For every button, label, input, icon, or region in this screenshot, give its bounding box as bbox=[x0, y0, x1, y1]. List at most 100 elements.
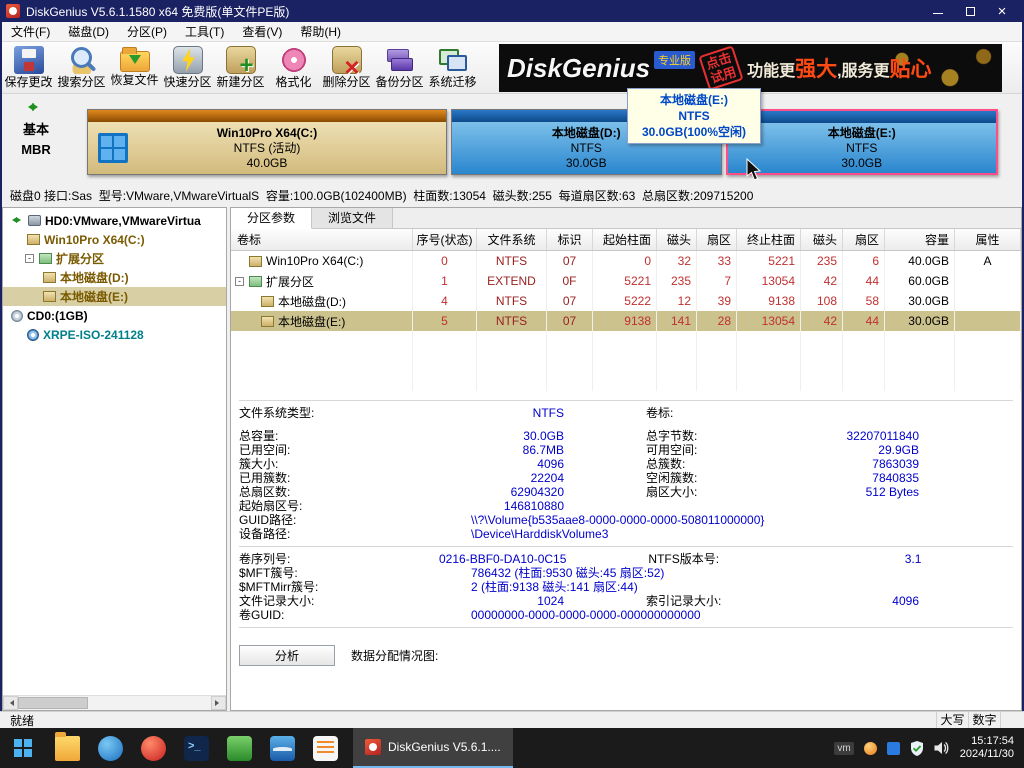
vmware-tray-icon[interactable]: vm bbox=[834, 742, 853, 755]
menu-item[interactable]: 工具(T) bbox=[176, 22, 233, 42]
taskbar-explorer-button[interactable] bbox=[46, 728, 89, 768]
scroll-left-button[interactable] bbox=[3, 696, 18, 710]
toolbar-new-button[interactable]: 新建分区 bbox=[214, 45, 267, 89]
disk-switch-arrows-icon[interactable] bbox=[24, 101, 42, 113]
partition-bars: Win10Pro X64(C:)NTFS (活动)40.0GB本地磁盘(D:)N… bbox=[87, 109, 998, 175]
column-header[interactable]: 起始柱面 bbox=[593, 229, 657, 250]
analyze-button[interactable]: 分析 bbox=[239, 645, 335, 666]
toolbar-quick-button[interactable]: 快速分区 bbox=[161, 45, 214, 89]
partition-bar-1[interactable]: Win10Pro X64(C:)NTFS (活动)40.0GB bbox=[87, 109, 447, 175]
tree-item[interactable]: HD0:VMware,VMwareVirtua bbox=[3, 211, 226, 230]
maximize-button[interactable] bbox=[954, 0, 986, 22]
tree-item[interactable]: CD0:(1GB) bbox=[3, 306, 226, 325]
detail-row: $MFTMirr簇号:2 (柱面:9138 磁头:141 扇区:44) bbox=[239, 580, 1021, 594]
blue-tray-icon[interactable] bbox=[887, 742, 900, 755]
taskbar-app-button-3[interactable] bbox=[218, 728, 261, 768]
column-header[interactable]: 序号(状态) bbox=[413, 229, 477, 250]
minimize-button[interactable] bbox=[922, 0, 954, 22]
table-cell: 28 bbox=[697, 311, 737, 331]
table-cell bbox=[657, 351, 697, 371]
column-header[interactable]: 磁头 bbox=[801, 229, 843, 250]
table-cell bbox=[801, 351, 843, 371]
detail-value: 1024 bbox=[439, 594, 564, 608]
divider bbox=[239, 627, 1013, 628]
orange-tray-icon[interactable] bbox=[864, 742, 877, 755]
volume-label-cell: 本地磁盘(E:) bbox=[231, 311, 413, 331]
menu-item[interactable]: 文件(F) bbox=[2, 22, 59, 42]
menu-item[interactable]: 分区(P) bbox=[118, 22, 176, 42]
windows-logo-pane bbox=[114, 136, 125, 147]
tree-item[interactable]: 本地磁盘(E:) bbox=[3, 287, 226, 306]
security-shield-icon[interactable] bbox=[910, 741, 924, 756]
new-icon bbox=[226, 46, 256, 74]
toolbar-format-button[interactable]: 格式化 bbox=[267, 45, 320, 89]
column-header[interactable]: 卷标 bbox=[231, 229, 413, 250]
scroll-track[interactable] bbox=[18, 696, 211, 710]
column-header[interactable]: 属性 bbox=[955, 229, 1021, 250]
toolbar-buttons: 保存更改搜索分区恢复文件快速分区新建分区格式化删除分区备份分区系统迁移 bbox=[2, 42, 479, 89]
table-cell: A bbox=[955, 251, 1021, 271]
column-header[interactable]: 文件系统 bbox=[477, 229, 547, 250]
column-header[interactable]: 终止柱面 bbox=[737, 229, 801, 250]
detail-row: $MFT簇号:786432 (柱面:9530 磁头:45 扇区:52) bbox=[239, 566, 1021, 580]
menu-item[interactable]: 查看(V) bbox=[233, 22, 291, 42]
toolbar-save-button[interactable]: 保存更改 bbox=[2, 45, 55, 89]
partition-top-band bbox=[728, 111, 997, 123]
taskbar-app-button-2[interactable] bbox=[132, 728, 175, 768]
volume-label: Win10Pro X64(C:) bbox=[266, 254, 363, 268]
column-header[interactable]: 扇区 bbox=[697, 229, 737, 250]
table-cell bbox=[547, 351, 593, 371]
windows-logo-pane bbox=[114, 149, 125, 160]
partition-table-row[interactable]: Win10Pro X64(C:)0NTFS07032335221235640.0… bbox=[231, 251, 1021, 271]
column-header[interactable]: 扇区 bbox=[843, 229, 885, 250]
tree-horizontal-scrollbar[interactable] bbox=[3, 695, 226, 710]
tab-browse-files[interactable]: 浏览文件 bbox=[312, 208, 393, 228]
detail-label: 可用空间: bbox=[646, 443, 796, 457]
scroll-thumb[interactable] bbox=[18, 697, 88, 709]
disk-info-line: 磁盘0 接口:Sas 型号:VMware,VMwareVirtualS 容量:1… bbox=[2, 186, 1022, 207]
column-header[interactable]: 磁头 bbox=[657, 229, 697, 250]
partition-size: 30.0GB bbox=[828, 156, 896, 171]
table-cell bbox=[955, 371, 1021, 391]
partition-bar-3[interactable]: 本地磁盘(E:)NTFS30.0GB bbox=[726, 109, 999, 175]
taskbar-terminal-button[interactable] bbox=[175, 728, 218, 768]
collapse-icon[interactable]: - bbox=[235, 277, 244, 286]
partition-table-row[interactable]: 本地磁盘(D:)4NTFS075222123991381085830.0GB bbox=[231, 291, 1021, 311]
taskbar-active-task[interactable]: DiskGenius V5.6.1.... bbox=[353, 728, 513, 768]
menu-item[interactable]: 磁盘(D) bbox=[59, 22, 118, 42]
toolbar-migrate-button[interactable]: 系统迁移 bbox=[426, 45, 479, 89]
tree-item[interactable]: 本地磁盘(D:) bbox=[3, 268, 226, 287]
volume-icon[interactable] bbox=[934, 741, 950, 755]
detail-value: 86.7MB bbox=[439, 443, 564, 457]
menu-item[interactable]: 帮助(H) bbox=[291, 22, 350, 42]
table-cell bbox=[737, 331, 801, 351]
tree-item[interactable]: Win10Pro X64(C:) bbox=[3, 230, 226, 249]
toolbar-backup-button[interactable]: 备份分区 bbox=[373, 45, 426, 89]
detail-row: 文件系统类型:NTFS卷标: bbox=[239, 406, 1021, 420]
tree-item[interactable]: XRPE-ISO-241128 bbox=[3, 325, 226, 344]
taskbar-clock[interactable]: 15:17:54 2024/11/30 bbox=[960, 735, 1014, 761]
ad-banner[interactable]: DiskGenius 专业版 点击试用 功能更强大,服务更贴心 bbox=[499, 44, 1002, 92]
taskbar-app-button-1[interactable] bbox=[89, 728, 132, 768]
tree-item[interactable]: -扩展分区 bbox=[3, 249, 226, 268]
start-button[interactable] bbox=[0, 728, 46, 768]
column-header[interactable]: 容量 bbox=[885, 229, 955, 250]
partition-table-row[interactable]: 本地磁盘(E:)5NTFS0791381412813054424430.0GB bbox=[231, 311, 1021, 331]
table-cell: 44 bbox=[843, 271, 885, 291]
partition-bar-text: Win10Pro X64(C:)NTFS (活动)40.0GB bbox=[217, 126, 318, 171]
taskbar-notes-button[interactable] bbox=[304, 728, 347, 768]
scroll-right-button[interactable] bbox=[211, 696, 226, 710]
taskbar-app-button-4[interactable] bbox=[261, 728, 304, 768]
collapse-icon[interactable]: - bbox=[25, 254, 34, 263]
detail-row: 簇大小:4096总簇数:7863039 bbox=[239, 457, 1021, 471]
toolbar-delete-button[interactable]: 删除分区 bbox=[320, 45, 373, 89]
detail-label: 簇大小: bbox=[239, 457, 439, 471]
toolbar-search-button[interactable]: 搜索分区 bbox=[55, 45, 108, 89]
partition-table-row[interactable]: -扩展分区1EXTEND0F5221235713054424460.0GB bbox=[231, 271, 1021, 291]
partition-table-body: Win10Pro X64(C:)0NTFS07032335221235640.0… bbox=[231, 251, 1021, 391]
toolbar-recover-button[interactable]: 恢复文件 bbox=[108, 45, 161, 89]
menubar: 文件(F)磁盘(D)分区(P)工具(T)查看(V)帮助(H) bbox=[2, 22, 1022, 42]
close-button[interactable]: × bbox=[986, 0, 1018, 22]
tab-partition-params[interactable]: 分区参数 bbox=[231, 208, 312, 229]
column-header[interactable]: 标识 bbox=[547, 229, 593, 250]
